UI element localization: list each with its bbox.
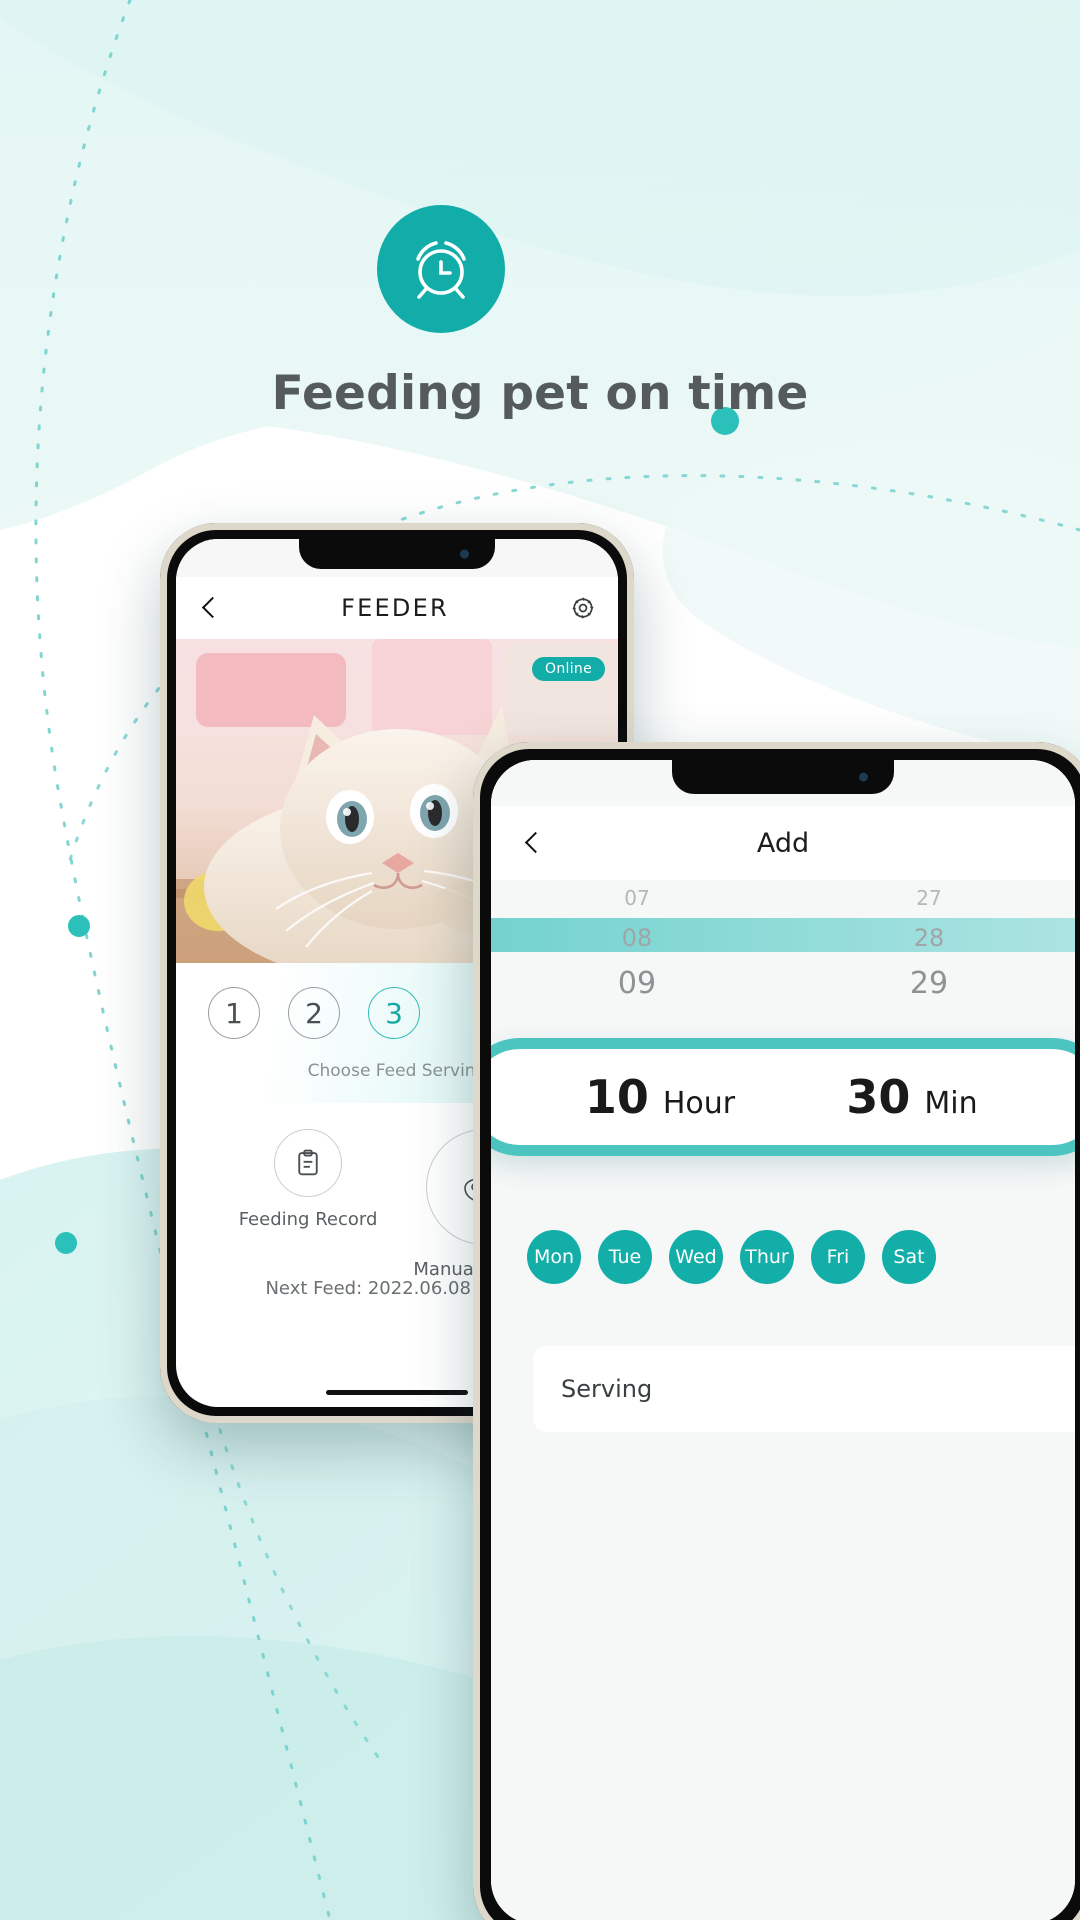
- feeder-title: FEEDER: [341, 594, 449, 622]
- gear-icon[interactable]: [570, 595, 596, 621]
- phone-notch: [299, 539, 495, 569]
- weekday-chip-mon[interactable]: Mon: [527, 1230, 581, 1284]
- add-title: Add: [756, 827, 810, 859]
- hour-selection: 10 Hour: [545, 1070, 775, 1124]
- hour-item[interactable]: 07: [491, 886, 783, 910]
- weekday-chip-wed[interactable]: Wed: [669, 1230, 723, 1284]
- chevron-left-icon[interactable]: [521, 832, 543, 854]
- home-indicator: [326, 1390, 468, 1395]
- minute-item[interactable]: 29: [783, 966, 1075, 1001]
- add-screen: Add 07 08 09 11 12 27 28 29 3: [491, 760, 1075, 1920]
- minute-selection: 30 Min: [797, 1070, 1027, 1124]
- chevron-left-icon[interactable]: [198, 597, 220, 619]
- weekday-chip-thur[interactable]: Thur: [740, 1230, 794, 1284]
- camera-icon: [859, 772, 868, 782]
- alarm-clock-icon: [377, 205, 505, 333]
- feeding-record-label: Feeding Record: [238, 1209, 378, 1230]
- status-badge: Online: [532, 657, 605, 681]
- serving-row[interactable]: Serving: [533, 1346, 1075, 1432]
- phone-notch: [672, 760, 894, 794]
- weekday-chip-sat[interactable]: Sat: [882, 1230, 936, 1284]
- hour-item[interactable]: 08: [491, 924, 783, 952]
- weekday-chip-tue[interactable]: Tue: [598, 1230, 652, 1284]
- add-appbar: Add: [491, 806, 1075, 880]
- minute-value: 30: [846, 1070, 911, 1124]
- serving-option-2[interactable]: 2: [288, 987, 340, 1039]
- hour-unit: Hour: [662, 1086, 736, 1121]
- minute-item[interactable]: 27: [783, 886, 1075, 910]
- minute-item[interactable]: 28: [783, 924, 1075, 952]
- feeder-appbar: FEEDER: [176, 577, 618, 639]
- hour-item[interactable]: 09: [491, 966, 783, 1001]
- promo-banner: Feeding pet on time FEEDER Online 1 2 3 …: [0, 0, 1080, 1920]
- serving-option-1[interactable]: 1: [208, 987, 260, 1039]
- phone-mockup-add: Add 07 08 09 11 12 27 28 29 3: [473, 742, 1080, 1920]
- serving-row-label: Serving: [561, 1375, 653, 1403]
- clipboard-icon: [274, 1129, 343, 1197]
- camera-icon: [460, 549, 469, 559]
- feeding-record-button[interactable]: Feeding Record: [238, 1129, 378, 1230]
- weekday-selector: Mon Tue Wed Thur Fri Sat: [491, 1230, 1075, 1284]
- hour-value: 10: [584, 1070, 649, 1124]
- minute-unit: Min: [924, 1086, 978, 1121]
- serving-option-3[interactable]: 3: [368, 987, 420, 1039]
- weekday-chip-fri[interactable]: Fri: [811, 1230, 865, 1284]
- time-picker-selection[interactable]: 10 Hour 30 Min: [491, 1038, 1075, 1156]
- page-title: Feeding pet on time: [271, 366, 809, 421]
